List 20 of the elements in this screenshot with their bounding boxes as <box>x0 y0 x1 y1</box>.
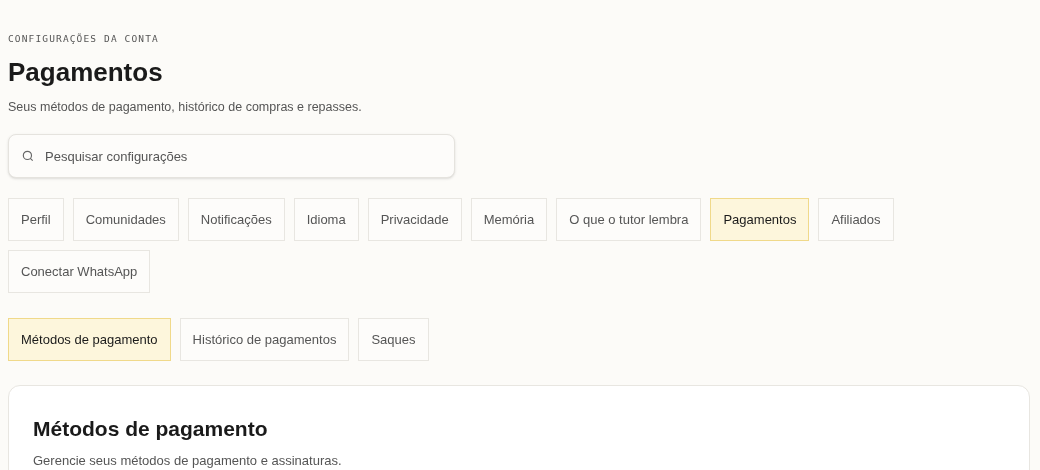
card-title: Métodos de pagamento <box>33 416 269 442</box>
tab[interactable]: Comunidades <box>72 198 179 241</box>
tab[interactable]: Métodos de pagamento <box>8 318 171 361</box>
tab[interactable]: Perfil <box>8 198 64 241</box>
card-subtitle: Gerencie seus métodos de pagamento e assinaturas. <box>33 452 343 470</box>
section-eyebrow: CONFIGURAÇÕES DA CONTA <box>8 32 160 46</box>
search-icon <box>21 149 35 163</box>
search-field[interactable]: Pesquisar configurações <box>8 134 455 178</box>
tab[interactable]: Afiliados <box>818 198 894 241</box>
tab[interactable]: Saques <box>358 318 429 361</box>
tab[interactable]: Notificações <box>187 198 285 241</box>
page-title: Pagamentos <box>8 56 164 89</box>
tab[interactable]: O que o tutor lembra <box>556 198 702 241</box>
tab[interactable]: Privacidade <box>367 198 462 241</box>
tab[interactable]: Idioma <box>293 198 359 241</box>
tab[interactable]: Conectar WhatsApp <box>8 250 151 293</box>
tab[interactable]: Histórico de pagamentos <box>179 318 350 361</box>
tab[interactable]: Memória <box>470 198 548 241</box>
page-subtitle: Seus métodos de pagamento, histórico de compras e repasses. <box>8 99 363 117</box>
tab[interactable]: Pagamentos <box>710 198 810 241</box>
